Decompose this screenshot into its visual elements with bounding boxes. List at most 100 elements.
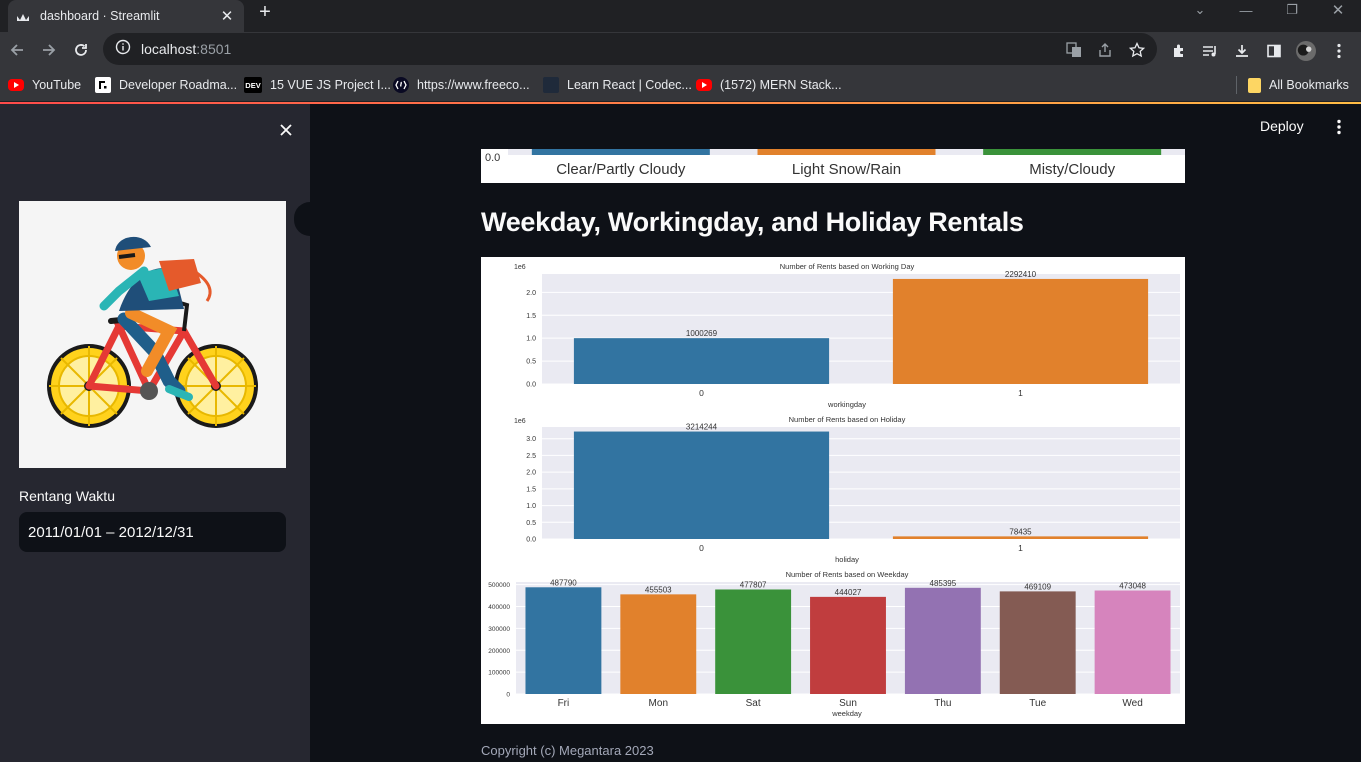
y-tick-label: 0.5 xyxy=(526,359,536,366)
bookmarks-bar: YouTube Developer Roadma... DEV 15 VUE J… xyxy=(0,68,1361,102)
bar xyxy=(531,149,710,155)
tab-title: dashboard · Streamlit xyxy=(40,9,160,23)
restore-icon[interactable]: ❐ xyxy=(1269,0,1315,20)
y-tick-label: 0.0 xyxy=(526,382,536,389)
x-tick-label: Misty/Cloudy xyxy=(1029,161,1115,178)
x-axis-label: holiday xyxy=(835,555,859,564)
bookmark-star-icon[interactable] xyxy=(1128,41,1146,59)
translate-icon[interactable] xyxy=(1065,41,1083,59)
bookmark-label: https://www.freeco... xyxy=(417,78,530,92)
bookmark-label: 15 VUE JS Project I... xyxy=(270,78,391,92)
bar xyxy=(573,338,830,384)
deploy-button[interactable]: Deploy xyxy=(1260,118,1304,134)
main-content: Deploy Clear/Partly Cloudy Light Snow/Rai… xyxy=(310,104,1361,762)
bar xyxy=(904,587,981,694)
chrome-menu-icon[interactable] xyxy=(1329,41,1349,61)
x-tick-label: Light Snow/Rain xyxy=(792,161,901,178)
y-tick-label: 2.0 xyxy=(526,470,536,477)
y-tick-label: 3.0 xyxy=(526,436,536,443)
y-tick-label: 1.5 xyxy=(526,313,536,320)
y-tick-label: 0.5 xyxy=(526,520,536,527)
extensions-icon[interactable] xyxy=(1169,41,1189,61)
all-bookmarks-button[interactable]: All Bookmarks xyxy=(1248,76,1349,94)
y-tick-label: 0.0 xyxy=(526,537,536,544)
bar xyxy=(715,589,792,694)
data-label: 487790 xyxy=(550,578,577,587)
x-axis-label: workingday xyxy=(827,400,866,409)
data-label: 473048 xyxy=(1119,582,1146,591)
download-icon[interactable] xyxy=(1232,41,1252,61)
bookmark-codecademy[interactable]: Learn React | Codec... xyxy=(543,76,692,94)
bookmark-developer-roadmap[interactable]: Developer Roadma... xyxy=(95,76,237,94)
cyclist-illustration xyxy=(19,201,286,468)
y-tick-label: 2.5 xyxy=(526,453,536,460)
bar xyxy=(810,596,886,694)
data-label: 485395 xyxy=(930,579,957,588)
bar xyxy=(892,536,1149,539)
rentals-figure: 0.0 0.5 1.0 1.5 2.0 1e6 Number of Rents based … xyxy=(488,262,1180,718)
sidebar: Rentang Waktu 2011/01/01 – 2012/12/31 xyxy=(0,104,310,762)
bar xyxy=(983,149,1162,155)
dev-icon: DEV xyxy=(244,77,262,93)
x-tick-label: 0 xyxy=(699,388,704,398)
youtube-icon xyxy=(8,79,24,91)
data-label: 477807 xyxy=(740,580,767,589)
site-info-icon[interactable] xyxy=(115,39,131,60)
bookmark-freecodecamp[interactable]: https://www.freeco... xyxy=(393,76,530,94)
y-tick-label: 1.0 xyxy=(526,503,536,510)
chart-title: Number of Rents based on Holiday xyxy=(789,415,906,424)
tab-strip: dashboard · Streamlit ✕ + ⌄ — ❐ ✕ xyxy=(0,0,1361,32)
x-tick-label: Clear/Partly Cloudy xyxy=(556,161,686,178)
browser-toolbar: localhost:8501 xyxy=(0,32,1361,68)
forward-icon[interactable] xyxy=(37,38,61,62)
profile-avatar[interactable] xyxy=(1296,41,1316,61)
close-window-icon[interactable]: ✕ xyxy=(1315,0,1361,20)
bookmark-youtube[interactable]: YouTube xyxy=(8,76,81,94)
youtube-icon xyxy=(696,79,712,91)
bookmarks-divider xyxy=(1236,76,1237,94)
reload-icon[interactable] xyxy=(69,38,93,62)
bookmark-label: (1572) MERN Stack... xyxy=(720,78,842,92)
y-tick-label: 500000 xyxy=(488,582,510,589)
date-range-input[interactable]: 2011/01/01 – 2012/12/31 xyxy=(19,512,286,552)
x-tick-label: Sat xyxy=(746,698,761,709)
x-tick-label: Tue xyxy=(1029,698,1046,709)
y-tick-label: 400000 xyxy=(488,604,510,611)
close-tab-icon[interactable]: ✕ xyxy=(218,7,236,25)
y-tick-label: 1.0 xyxy=(526,336,536,343)
y-tick-label: 100000 xyxy=(488,670,510,677)
y-tick-label: 200000 xyxy=(488,648,510,655)
side-panel-icon[interactable] xyxy=(1264,41,1284,61)
back-icon[interactable] xyxy=(5,38,29,62)
x-tick-label: Fri xyxy=(558,698,570,709)
address-bar[interactable]: localhost:8501 xyxy=(103,33,1157,65)
bookmark-vue-projects[interactable]: DEV 15 VUE JS Project I... xyxy=(244,76,391,94)
x-tick-label: Sun xyxy=(839,698,857,709)
freecodecamp-icon xyxy=(393,77,409,93)
bar xyxy=(1094,590,1171,694)
roadmap-icon xyxy=(95,77,111,93)
bookmark-mern-stack[interactable]: (1572) MERN Stack... xyxy=(696,76,842,94)
weather-chart-image: Clear/Partly Cloudy Light Snow/Rain Misty/… xyxy=(481,149,1185,183)
section-heading: Weekday, Workingday, and Holiday Rentals xyxy=(481,207,1024,237)
x-tick-label: 1 xyxy=(1018,543,1023,553)
x-tick-label: Mon xyxy=(649,698,668,709)
y-tick-label: 300000 xyxy=(488,626,510,633)
new-tab-button[interactable]: + xyxy=(254,2,276,24)
bar xyxy=(525,587,602,694)
y-tick-label: 2.0 xyxy=(526,290,536,297)
sidebar-collapse-handle[interactable] xyxy=(294,202,310,236)
browser-tab[interactable]: dashboard · Streamlit ✕ xyxy=(8,0,244,32)
minimize-icon[interactable]: — xyxy=(1223,0,1269,20)
tab-search-icon[interactable]: ⌄ xyxy=(1177,0,1223,20)
bar xyxy=(757,149,936,155)
streamlit-icon xyxy=(16,9,30,23)
x-tick-label: 1 xyxy=(1018,388,1023,398)
rentals-chart-image: 0.0 0.5 1.0 1.5 2.0 1e6 Number of Rents based … xyxy=(481,257,1185,724)
url-host: localhost xyxy=(141,41,197,57)
browser-chrome: dashboard · Streamlit ✕ + ⌄ — ❐ ✕ localh… xyxy=(0,0,1361,103)
close-sidebar-icon[interactable] xyxy=(276,120,296,140)
media-playlist-icon[interactable] xyxy=(1200,41,1220,61)
main-menu-icon[interactable] xyxy=(1331,118,1347,136)
share-icon[interactable] xyxy=(1096,41,1114,59)
